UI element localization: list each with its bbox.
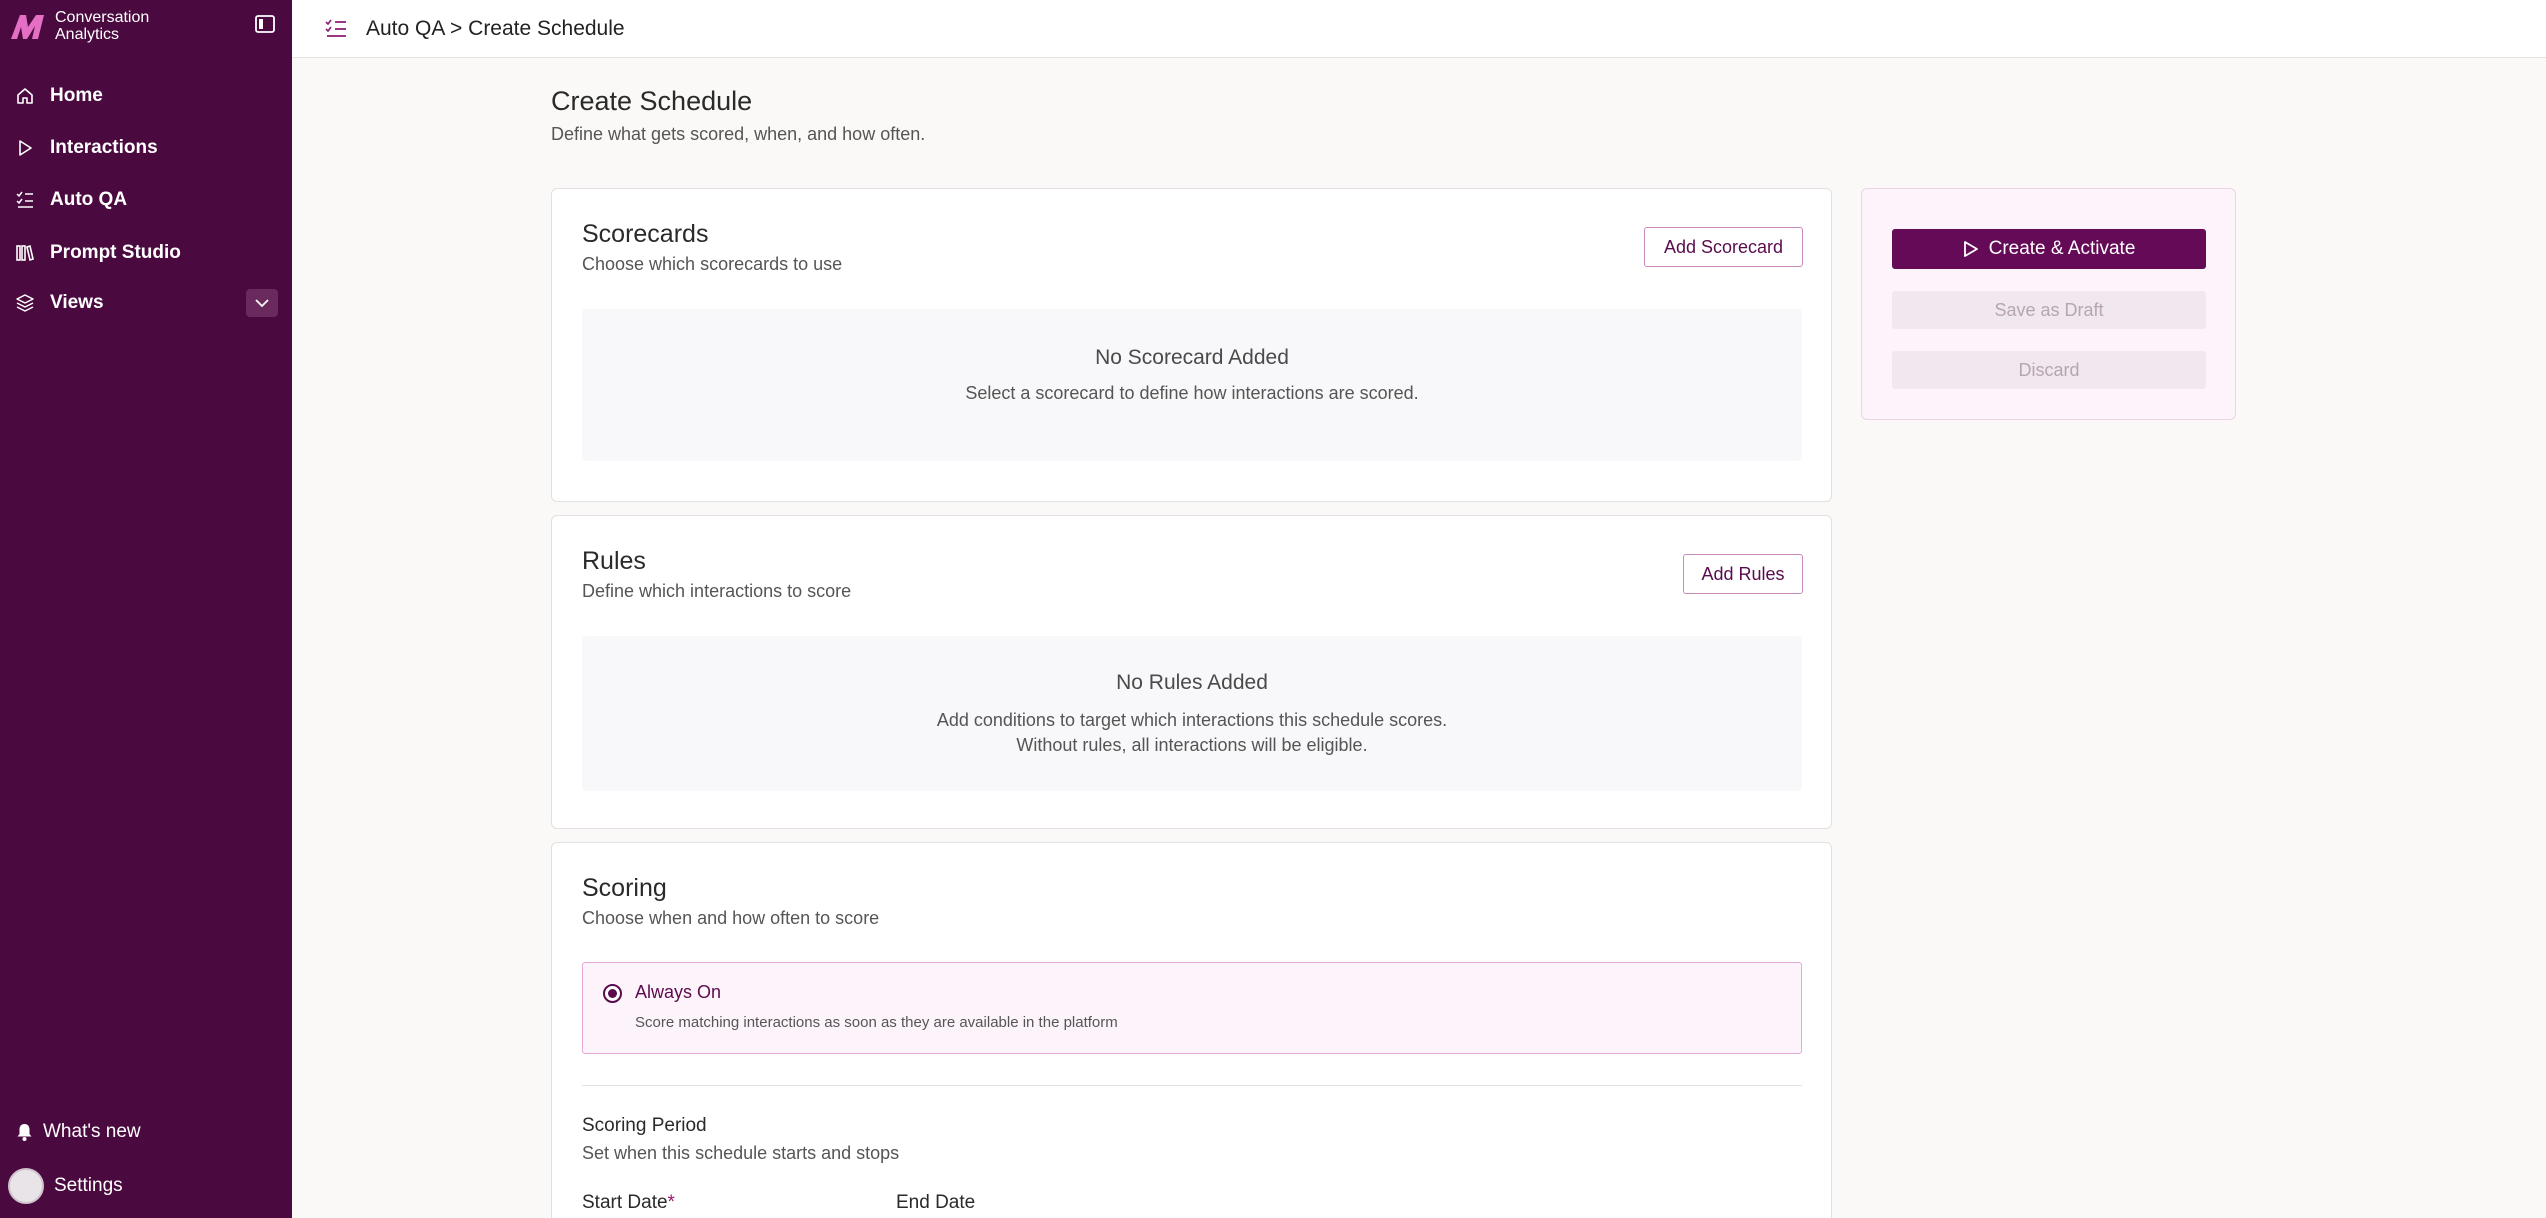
create-activate-label: Create & Activate: [1988, 238, 2136, 259]
scoring-card: Scoring Choose when and how often to sco…: [551, 842, 1832, 1218]
always-on-description: Score matching interactions as soon as t…: [635, 1014, 1118, 1031]
settings-link[interactable]: Settings: [0, 1166, 292, 1206]
scorecards-subtitle: Choose which scorecards to use: [582, 254, 843, 274]
brand[interactable]: Conversation Analytics: [8, 6, 175, 46]
divider: [582, 1085, 1802, 1086]
library-icon: [14, 242, 36, 264]
sidebar-item-interactions[interactable]: Interactions: [0, 128, 292, 168]
play-icon: [14, 137, 36, 159]
whats-new-link[interactable]: What's new: [0, 1112, 292, 1152]
rules-card: Rules Define which interactions to score…: [551, 515, 1832, 829]
top-bar: Auto QA > Create Schedule: [292, 0, 2546, 58]
checklist-icon: [322, 15, 350, 43]
scorecards-title: Scorecards: [582, 220, 709, 248]
always-on-option[interactable]: Always On Score matching interactions as…: [582, 962, 1802, 1054]
scorecards-card: Scorecards Choose which scorecards to us…: [551, 188, 1832, 502]
sidebar-item-label: Views: [50, 292, 104, 313]
page-subtitle: Define what gets scored, when, and how o…: [551, 124, 926, 144]
avatar: [8, 1168, 44, 1204]
action-panel: Create & Activate Save as Draft Discard: [1861, 188, 2236, 420]
sidebar-item-home[interactable]: Home: [0, 76, 292, 116]
empty-state-description: Without rules, all interactions will be …: [1016, 735, 1368, 755]
play-icon: [1963, 240, 1979, 258]
sidebar-item-label: Interactions: [50, 137, 158, 158]
rules-title: Rules: [582, 547, 646, 575]
rules-empty-state: No Rules Added Add conditions to target …: [582, 636, 1802, 791]
always-on-label: Always On: [635, 982, 722, 1002]
end-date-label: End Date: [896, 1192, 976, 1213]
empty-state-title: No Scorecard Added: [1095, 346, 1289, 369]
layers-icon: [14, 292, 36, 314]
start-date-label-text: Start Date: [582, 1192, 668, 1213]
whats-new-label: What's new: [43, 1121, 141, 1142]
sidebar-item-auto-qa[interactable]: Auto QA: [0, 180, 292, 220]
collapse-sidebar-button[interactable]: [252, 12, 278, 36]
sidebar-item-label: Home: [50, 85, 103, 106]
views-expand-button[interactable]: [246, 289, 278, 317]
discard-button[interactable]: Discard: [1892, 351, 2206, 389]
empty-state-description: Select a scorecard to define how interac…: [965, 383, 1419, 403]
start-date-label: Start Date*: [582, 1192, 675, 1214]
scoring-period-title: Scoring Period: [582, 1115, 707, 1136]
chevron-down-icon: [255, 299, 269, 308]
home-icon: [14, 85, 36, 107]
sidebar: Conversation Analytics Home Interactions…: [0, 0, 292, 1218]
sidebar-item-views[interactable]: Views: [0, 283, 292, 323]
brand-line-1: Conversation: [55, 9, 150, 26]
radio-button-selected[interactable]: [603, 984, 622, 1003]
breadcrumb: Auto QA > Create Schedule: [366, 16, 625, 40]
save-draft-button[interactable]: Save as Draft: [1892, 291, 2206, 329]
sidebar-toggle-icon: [255, 15, 275, 33]
scoring-period-subtitle: Set when this schedule starts and stops: [582, 1143, 900, 1163]
sidebar-item-label: Prompt Studio: [50, 242, 181, 263]
empty-state-description: Add conditions to target which interacti…: [936, 710, 1448, 730]
scoring-title: Scoring: [582, 874, 667, 902]
settings-label: Settings: [54, 1175, 123, 1196]
checklist-icon: [14, 189, 36, 211]
brand-logo: [11, 15, 44, 39]
page-title: Create Schedule: [551, 86, 753, 116]
sidebar-item-prompt-studio[interactable]: Prompt Studio: [0, 233, 292, 273]
add-rules-button[interactable]: Add Rules: [1683, 554, 1803, 594]
scorecards-empty-state: No Scorecard Added Select a scorecard to…: [582, 309, 1802, 461]
brand-line-2: Analytics: [55, 26, 120, 43]
empty-state-title: No Rules Added: [1116, 671, 1268, 694]
brand-name: Conversation Analytics: [55, 9, 175, 43]
required-marker: *: [667, 1192, 675, 1213]
rules-subtitle: Define which interactions to score: [582, 581, 852, 601]
create-activate-button[interactable]: Create & Activate: [1892, 229, 2206, 269]
bell-icon: [16, 1123, 33, 1141]
add-scorecard-button[interactable]: Add Scorecard: [1644, 227, 1803, 267]
sidebar-item-label: Auto QA: [50, 189, 128, 210]
scoring-subtitle: Choose when and how often to score: [582, 908, 880, 928]
